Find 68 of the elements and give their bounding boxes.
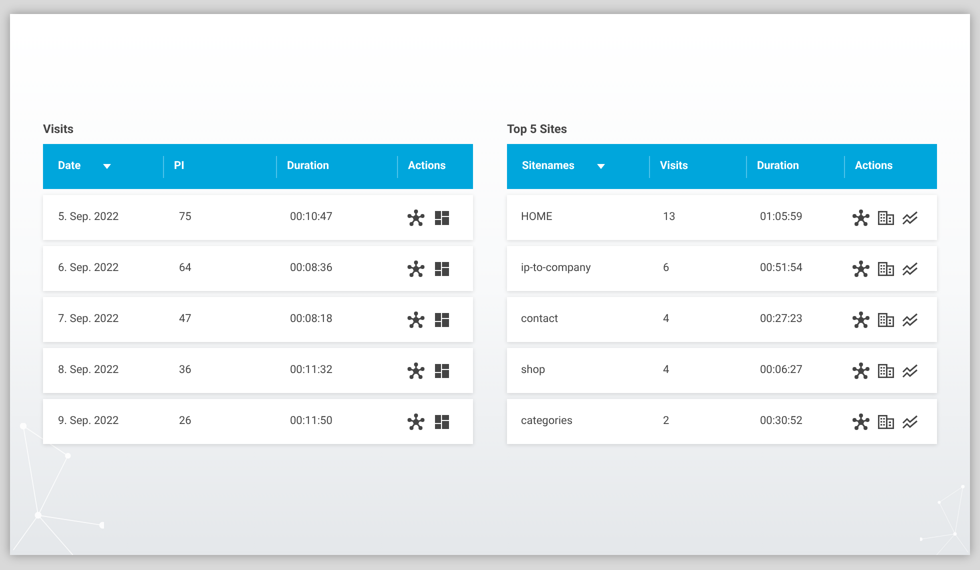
sort-caret-icon [102,164,111,169]
table-cell: contact [521,312,558,326]
trend-icon[interactable] [902,262,918,276]
table-cell: 4 [663,312,670,326]
table-cell: 4 [663,363,670,376]
table-cell: 00:06:27 [760,363,802,376]
table-cell: 01:05:59 [760,210,802,224]
column-header[interactable]: Sitenames [522,158,605,175]
building-icon[interactable] [878,210,894,224]
column-header[interactable]: Duration [757,158,800,175]
table-cell: 00:27:23 [760,312,802,326]
table-cell: 5. Sep. 2022 [58,210,119,224]
table-title: Top 5 Sites [507,121,568,138]
column-header[interactable]: Duration [287,158,330,175]
table-cell: 9. Sep. 2022 [58,414,119,428]
network-icon[interactable] [852,412,870,430]
sort-caret-icon [596,164,605,169]
building-icon[interactable] [878,364,894,378]
table-cell: shop [521,363,546,376]
table-cell: 2 [663,414,670,428]
column-header[interactable]: Date [58,158,111,175]
dashboard-icon[interactable] [435,364,449,378]
table-cell: 00:11:50 [290,414,332,428]
trend-icon[interactable] [902,312,918,326]
table-cell: 64 [179,261,192,274]
table-cell: 47 [179,312,192,326]
dashboard-icon[interactable] [435,262,449,276]
dashboard-icon[interactable] [435,312,449,326]
network-icon[interactable] [852,310,870,328]
table-cell: 00:08:18 [290,312,332,326]
trend-icon[interactable] [902,414,918,428]
building-icon[interactable] [878,414,894,428]
dashboard-icon[interactable] [435,210,449,224]
table-cell: categories [521,414,573,428]
network-icon[interactable] [852,362,870,380]
network-decoration-drawing [920,485,970,555]
table-cell: ip-to-company [521,261,591,274]
column-header[interactable]: Actions [408,158,446,175]
table-cell: 26 [179,414,192,428]
network-icon[interactable] [852,260,870,278]
table-cell: 75 [179,210,192,224]
table-cell: 8. Sep. 2022 [58,363,119,376]
table-cell: 00:08:36 [290,261,332,274]
table-cell: 36 [179,363,192,376]
dashboard-icon[interactable] [435,414,449,428]
building-icon[interactable] [878,262,894,276]
table-cell: 6. Sep. 2022 [58,261,119,274]
network-icon[interactable] [852,208,870,226]
network-icon[interactable] [407,362,425,380]
column-header[interactable]: PI [174,158,184,175]
table-cell: 7. Sep. 2022 [58,312,119,326]
network-icon[interactable] [407,412,425,430]
trend-icon[interactable] [902,364,918,378]
trend-icon[interactable] [902,210,918,224]
column-header[interactable]: Visits [660,158,688,175]
building-icon[interactable] [878,312,894,326]
column-header[interactable]: Actions [855,158,893,175]
table-title: Visits [43,121,75,138]
table-cell: 00:30:52 [760,414,802,428]
network-icon[interactable] [407,208,425,226]
table-cell: 00:11:32 [290,363,332,376]
network-icon[interactable] [407,260,425,278]
network-icon[interactable] [407,310,425,328]
table-cell: HOME [521,210,552,224]
table-cell: 00:10:47 [290,210,332,224]
table-cell: 00:51:54 [760,261,802,274]
table-cell: 13 [663,210,676,224]
table-cell: 6 [663,261,670,274]
